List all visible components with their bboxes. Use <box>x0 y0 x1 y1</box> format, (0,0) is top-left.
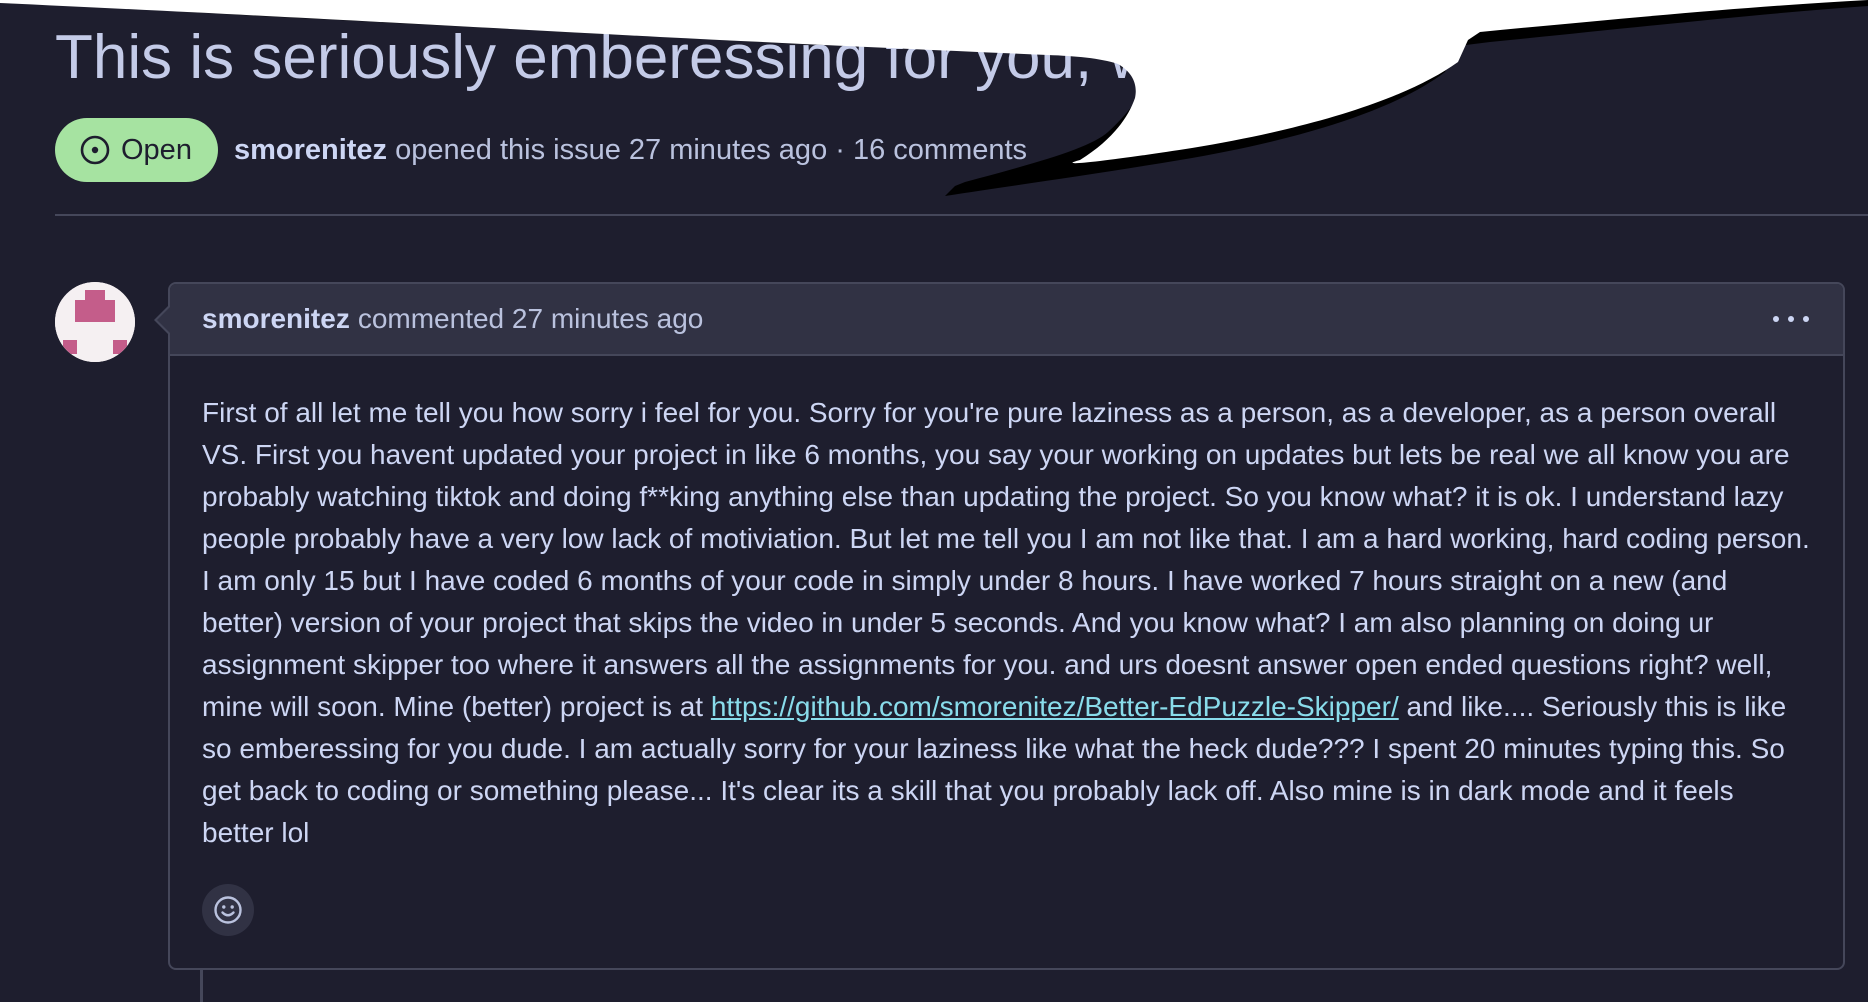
comment-header: smorenitez commented 27 minutes ago <box>170 284 1843 356</box>
repository-link[interactable]: https://github.com/smorenitez/Better-EdP… <box>711 691 1399 722</box>
issue-author-link[interactable]: smorenitez <box>234 134 387 166</box>
comment-timestamp[interactable]: commented 27 minutes ago <box>358 303 704 335</box>
comment-pointer-fill <box>157 306 171 334</box>
comment-text: First of all let me tell you how sorry i… <box>202 392 1811 854</box>
comment-text-before-link: First of all let me tell you how sorry i… <box>202 397 1810 722</box>
comment-author-link[interactable]: smorenitez <box>202 303 350 335</box>
timeline-line <box>200 970 203 1002</box>
issue-opened-icon <box>80 135 110 165</box>
issue-meta: Open smorenitez opened this issue 27 min… <box>55 118 1027 182</box>
smiley-icon <box>214 896 242 924</box>
header-divider <box>55 214 1868 216</box>
kebab-horizontal-icon[interactable] <box>1773 310 1809 328</box>
avatar[interactable] <box>55 282 135 362</box>
issue-meta-text: smorenitez opened this issue 27 minutes … <box>234 134 1027 167</box>
issue-state-label: Open <box>121 133 192 166</box>
identicon-avatar <box>55 282 135 362</box>
comment-body: First of all let me tell you how sorry i… <box>170 356 1843 854</box>
issue-title: This is seriously emberessing for you, w <box>55 23 1155 92</box>
add-reaction-button[interactable] <box>202 884 254 936</box>
issue-state-badge: Open <box>55 118 218 182</box>
issue-meta-details: opened this issue 27 minutes ago · 16 co… <box>395 133 1028 166</box>
comment-card: smorenitez commented 27 minutes ago Firs… <box>154 282 1845 970</box>
